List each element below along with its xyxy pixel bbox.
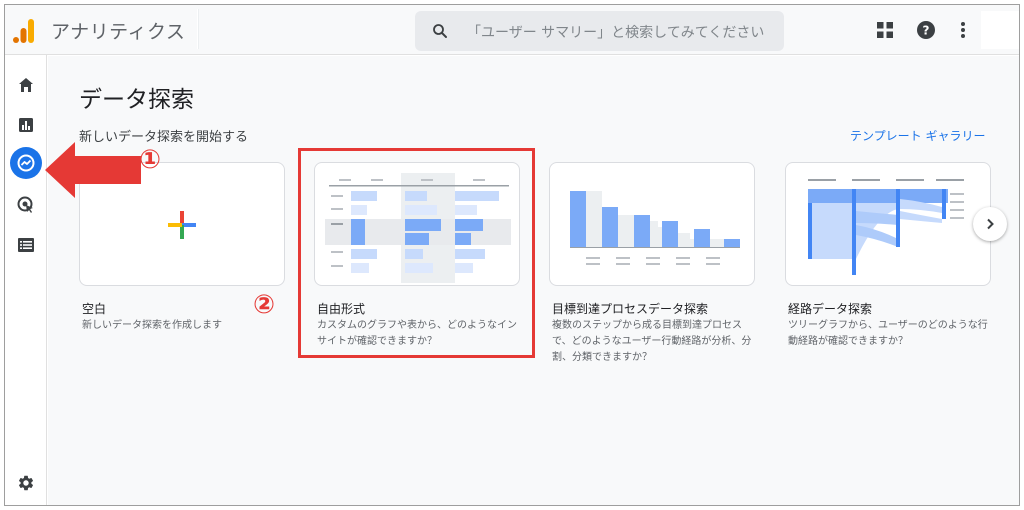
card-blank-description: 新しいデータ探索を作成します <box>82 320 222 331</box>
app-frame: アナリティクス 「ユーザー サマリー」と検索してみてください ? データ探索 新… <box>4 4 1020 506</box>
nav-explore[interactable] <box>10 147 42 179</box>
left-nav <box>5 55 47 505</box>
card-path[interactable] <box>785 162 991 286</box>
help-icon[interactable]: ? <box>914 18 938 42</box>
description-line: ツリーグラフから、ユーザーのどのような行 <box>788 320 988 331</box>
funnel-thumbnail <box>570 191 740 265</box>
account-slot[interactable] <box>981 11 1019 49</box>
card-path-title: 経路データ探索 <box>788 302 873 316</box>
card-path-description: ツリーグラフから、ユーザーのどのような行 動経路が確認できますか？ <box>788 318 994 350</box>
description-line: 動経路が確認できますか？ <box>788 336 908 347</box>
card-funnel[interactable] <box>549 162 755 286</box>
next-templates-button[interactable] <box>973 207 1007 241</box>
reports-icon <box>19 118 33 132</box>
chevron-right-icon <box>987 218 994 230</box>
card-funnel-title: 目標到達プロセスデータ探索 <box>552 302 709 316</box>
configure-icon <box>18 238 34 252</box>
card-blank-title: 空白 <box>82 302 107 316</box>
path-thumbnail <box>808 179 964 275</box>
explore-icon <box>17 154 35 172</box>
advertising-icon <box>17 196 33 213</box>
search-icon <box>433 24 447 38</box>
description-line: で、どのようなユーザー行動経路が分析、分 <box>552 336 752 347</box>
app-title: アナリティクス <box>51 21 186 43</box>
annotation-arrow <box>45 142 141 198</box>
nav-advertising[interactable] <box>10 189 42 221</box>
analytics-logo-icon <box>13 19 34 43</box>
page-title: データ探索 <box>79 87 194 113</box>
search-bar[interactable]: 「ユーザー サマリー」と検索してみてください <box>415 11 784 51</box>
home-icon <box>19 78 33 92</box>
nav-configure[interactable] <box>10 229 42 261</box>
nav-settings[interactable] <box>10 467 42 499</box>
annotation-step1-label: ① <box>139 145 162 175</box>
svg-text:?: ? <box>923 24 930 38</box>
search-placeholder: 「ユーザー サマリー」と検索してみてください <box>467 25 765 41</box>
annotation-highlight-box <box>298 148 535 358</box>
more-vert-icon[interactable] <box>951 18 975 42</box>
plus-icon <box>168 211 196 239</box>
nav-reports[interactable] <box>10 109 42 141</box>
card-funnel-description: 複数のステップから成る目標到達プロセス で、どのようなユーザー行動経路が分析、分… <box>552 318 758 366</box>
settings-icon <box>18 475 34 491</box>
template-gallery-link[interactable]: テンプレート ギャラリー <box>850 127 985 144</box>
description-line: 割、分類できますか？ <box>552 352 652 363</box>
description-line: 複数のステップから成る目標到達プロセス <box>552 320 742 331</box>
top-bar: アナリティクス 「ユーザー サマリー」と検索してみてください ? <box>5 5 1019 55</box>
apps-grid-icon[interactable] <box>873 18 897 42</box>
annotation-step2-label: ② <box>253 290 276 320</box>
divider <box>197 9 198 49</box>
nav-home[interactable] <box>10 69 42 101</box>
